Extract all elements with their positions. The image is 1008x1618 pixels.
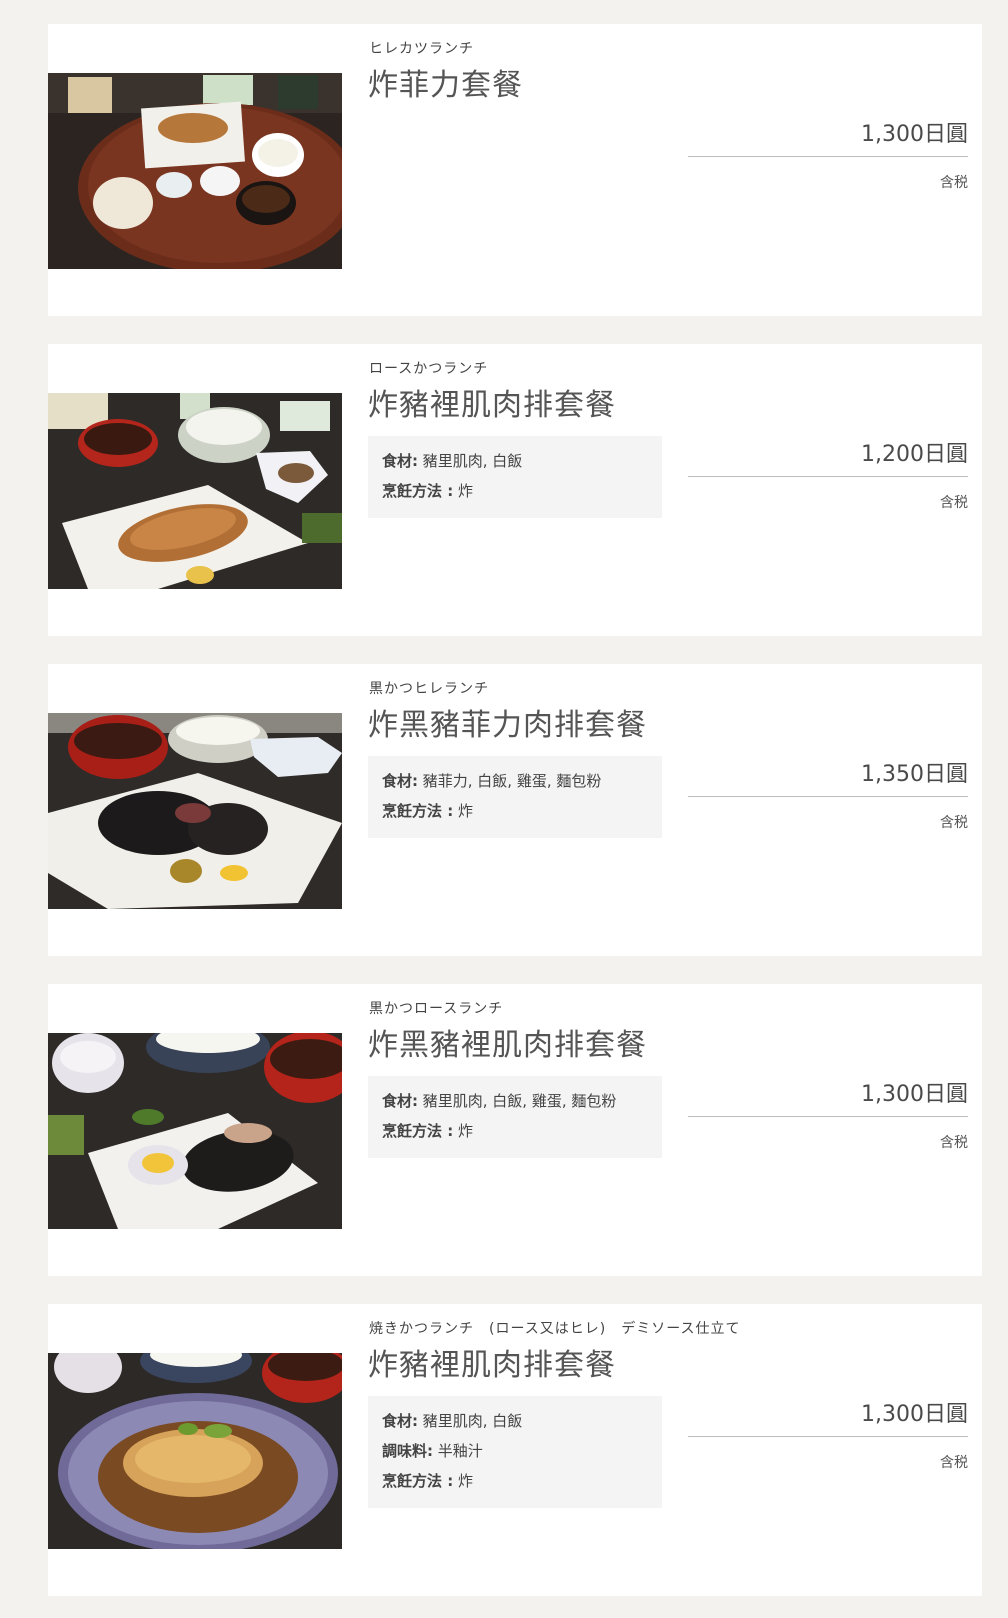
tax-note: 含税 xyxy=(940,495,968,511)
info-box: 食材: 豬里肌肉, 白飯 烹飪方法 : 炸 xyxy=(368,436,662,518)
info-key: 食材: xyxy=(382,452,418,470)
dish-subtitle: ロースかつランチ xyxy=(369,361,489,377)
info-value: 豬菲力, 白飯, 雞蛋, 麵包粉 xyxy=(418,772,602,790)
dish-subtitle: 焼きかつランチ (ロース又はヒレ) デミソース仕立て xyxy=(369,1321,741,1337)
info-cooking-method: 烹飪方法 : 炸 xyxy=(382,796,648,826)
tax-note: 含税 xyxy=(940,1455,968,1471)
info-cooking-method: 烹飪方法 : 炸 xyxy=(382,476,648,506)
info-ingredients: 食材: 豬里肌肉, 白飯 xyxy=(382,1406,648,1436)
tax-note: 含税 xyxy=(940,815,968,831)
info-value: 半釉汁 xyxy=(433,1442,483,1460)
menu-card: 黒かつヒレランチ 炸黑豬菲力肉排套餐 食材: 豬菲力, 白飯, 雞蛋, 麵包粉 … xyxy=(48,664,982,956)
dish-photo xyxy=(48,393,342,589)
info-box: 食材: 豬里肌肉, 白飯 調味料: 半釉汁 烹飪方法 : 炸 xyxy=(368,1396,662,1508)
menu-card: 焼きかつランチ (ロース又はヒレ) デミソース仕立て 炸豬裡肌肉排套餐 食材: … xyxy=(48,1304,982,1596)
info-key: 烹飪方法 : xyxy=(382,802,454,820)
info-key: 烹飪方法 : xyxy=(382,1122,454,1140)
menu-card: ヒレカツランチ 炸菲力套餐 1,300日圓 含税 xyxy=(48,24,982,316)
dish-price: 1,300日圓 xyxy=(688,116,968,157)
info-box: 食材: 豬里肌肉, 白飯, 雞蛋, 麵包粉 烹飪方法 : 炸 xyxy=(368,1076,662,1158)
info-key: 食材: xyxy=(382,1412,418,1430)
info-value: 豬里肌肉, 白飯 xyxy=(418,452,523,470)
info-seasoning: 調味料: 半釉汁 xyxy=(382,1436,648,1466)
dish-photo xyxy=(48,1033,342,1229)
dish-title: 炸黑豬菲力肉排套餐 xyxy=(368,708,647,743)
info-cooking-method: 烹飪方法 : 炸 xyxy=(382,1466,648,1496)
dish-subtitle: 黒かつヒレランチ xyxy=(369,681,489,697)
tax-note: 含税 xyxy=(940,175,968,191)
info-value: 炸 xyxy=(453,482,474,500)
info-value: 炸 xyxy=(453,802,474,820)
dish-price: 1,200日圓 xyxy=(688,436,968,477)
info-value: 豬里肌肉, 白飯, 雞蛋, 麵包粉 xyxy=(418,1092,617,1110)
dish-price: 1,300日圓 xyxy=(688,1076,968,1117)
info-key: 食材: xyxy=(382,772,418,790)
info-key: 烹飪方法 : xyxy=(382,482,454,500)
dish-title: 炸黑豬裡肌肉排套餐 xyxy=(368,1028,647,1063)
info-ingredients: 食材: 豬里肌肉, 白飯, 雞蛋, 麵包粉 xyxy=(382,1086,648,1116)
dish-title: 炸豬裡肌肉排套餐 xyxy=(368,388,616,423)
info-key: 調味料: xyxy=(382,1442,433,1460)
dish-photo xyxy=(48,1353,342,1549)
info-key: 烹飪方法 : xyxy=(382,1472,454,1490)
info-cooking-method: 烹飪方法 : 炸 xyxy=(382,1116,648,1146)
info-value: 炸 xyxy=(453,1472,474,1490)
dish-photo xyxy=(48,73,342,269)
tax-note: 含税 xyxy=(940,1135,968,1151)
dish-price: 1,350日圓 xyxy=(688,756,968,797)
menu-card: 黒かつロースランチ 炸黑豬裡肌肉排套餐 食材: 豬里肌肉, 白飯, 雞蛋, 麵包… xyxy=(48,984,982,1276)
info-box: 食材: 豬菲力, 白飯, 雞蛋, 麵包粉 烹飪方法 : 炸 xyxy=(368,756,662,838)
info-ingredients: 食材: 豬里肌肉, 白飯 xyxy=(382,446,648,476)
dish-subtitle: ヒレカツランチ xyxy=(369,41,474,57)
dish-title: 炸菲力套餐 xyxy=(368,68,523,103)
menu-list: ヒレカツランチ 炸菲力套餐 1,300日圓 含税 ロースかつランチ 炸豬裡肌肉排… xyxy=(0,0,1008,1618)
info-key: 食材: xyxy=(382,1092,418,1110)
info-ingredients: 食材: 豬菲力, 白飯, 雞蛋, 麵包粉 xyxy=(382,766,648,796)
menu-card: ロースかつランチ 炸豬裡肌肉排套餐 食材: 豬里肌肉, 白飯 烹飪方法 : 炸 … xyxy=(48,344,982,636)
info-value: 炸 xyxy=(453,1122,474,1140)
info-value: 豬里肌肉, 白飯 xyxy=(418,1412,523,1430)
dish-photo xyxy=(48,713,342,909)
dish-price: 1,300日圓 xyxy=(688,1396,968,1437)
dish-subtitle: 黒かつロースランチ xyxy=(369,1001,504,1017)
dish-title: 炸豬裡肌肉排套餐 xyxy=(368,1348,616,1383)
